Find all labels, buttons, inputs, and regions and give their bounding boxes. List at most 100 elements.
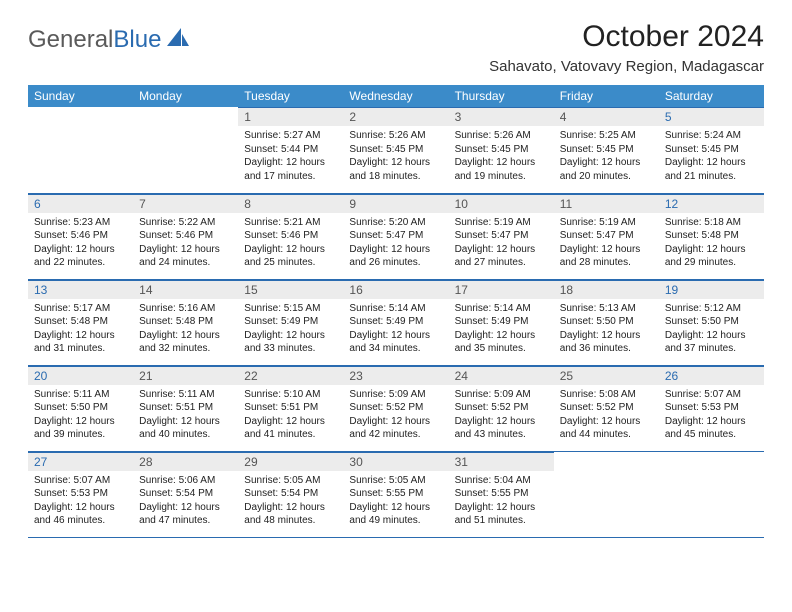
sunset-text: Sunset: 5:45 PM xyxy=(665,143,758,157)
daylight-text: Daylight: 12 hours and 17 minutes. xyxy=(244,156,337,183)
sunset-text: Sunset: 5:53 PM xyxy=(34,487,127,501)
day-number: 9 xyxy=(343,194,448,213)
calendar-cell: 23Sunrise: 5:09 AMSunset: 5:52 PMDayligh… xyxy=(343,365,448,451)
daylight-text: Daylight: 12 hours and 25 minutes. xyxy=(244,243,337,270)
sunset-text: Sunset: 5:50 PM xyxy=(665,315,758,329)
sunrise-text: Sunrise: 5:19 AM xyxy=(560,216,653,230)
calendar-row: 20Sunrise: 5:11 AMSunset: 5:50 PMDayligh… xyxy=(28,365,764,451)
sunset-text: Sunset: 5:46 PM xyxy=(139,229,232,243)
sunrise-text: Sunrise: 5:14 AM xyxy=(349,302,442,316)
day-number: 13 xyxy=(28,280,133,299)
day-content: Sunrise: 5:24 AMSunset: 5:45 PMDaylight:… xyxy=(659,126,764,187)
daylight-text: Daylight: 12 hours and 43 minutes. xyxy=(455,415,548,442)
weekday-wednesday: Wednesday xyxy=(343,85,448,107)
daylight-text: Daylight: 12 hours and 29 minutes. xyxy=(665,243,758,270)
calendar-cell: 21Sunrise: 5:11 AMSunset: 5:51 PMDayligh… xyxy=(133,365,238,451)
sunset-text: Sunset: 5:54 PM xyxy=(244,487,337,501)
month-title: October 2024 xyxy=(489,20,764,54)
day-number: 22 xyxy=(238,366,343,385)
day-number: 26 xyxy=(659,366,764,385)
sunrise-text: Sunrise: 5:23 AM xyxy=(34,216,127,230)
sunset-text: Sunset: 5:48 PM xyxy=(34,315,127,329)
sunset-text: Sunset: 5:55 PM xyxy=(455,487,548,501)
sunset-text: Sunset: 5:46 PM xyxy=(34,229,127,243)
sunset-text: Sunset: 5:47 PM xyxy=(349,229,442,243)
day-number: 14 xyxy=(133,280,238,299)
day-content: Sunrise: 5:15 AMSunset: 5:49 PMDaylight:… xyxy=(238,299,343,360)
sunrise-text: Sunrise: 5:26 AM xyxy=(349,129,442,143)
day-number: 7 xyxy=(133,194,238,213)
day-content: Sunrise: 5:09 AMSunset: 5:52 PMDaylight:… xyxy=(449,385,554,446)
daylight-text: Daylight: 12 hours and 34 minutes. xyxy=(349,329,442,356)
calendar-cell: . xyxy=(133,107,238,193)
day-content: Sunrise: 5:08 AMSunset: 5:52 PMDaylight:… xyxy=(554,385,659,446)
sunset-text: Sunset: 5:53 PM xyxy=(665,401,758,415)
sunrise-text: Sunrise: 5:09 AM xyxy=(349,388,442,402)
sunset-text: Sunset: 5:44 PM xyxy=(244,143,337,157)
sunrise-text: Sunrise: 5:15 AM xyxy=(244,302,337,316)
daylight-text: Daylight: 12 hours and 46 minutes. xyxy=(34,501,127,528)
sunrise-text: Sunrise: 5:22 AM xyxy=(139,216,232,230)
day-content: Sunrise: 5:04 AMSunset: 5:55 PMDaylight:… xyxy=(449,471,554,532)
logo-text-blue: Blue xyxy=(113,26,161,54)
calendar-row: ..1Sunrise: 5:27 AMSunset: 5:44 PMDaylig… xyxy=(28,107,764,193)
day-content: Sunrise: 5:07 AMSunset: 5:53 PMDaylight:… xyxy=(659,385,764,446)
calendar-cell: 16Sunrise: 5:14 AMSunset: 5:49 PMDayligh… xyxy=(343,279,448,365)
day-number: 6 xyxy=(28,194,133,213)
calendar-cell: . xyxy=(28,107,133,193)
sunset-text: Sunset: 5:49 PM xyxy=(244,315,337,329)
calendar-cell: 31Sunrise: 5:04 AMSunset: 5:55 PMDayligh… xyxy=(449,451,554,537)
daylight-text: Daylight: 12 hours and 20 minutes. xyxy=(560,156,653,183)
weekday-tuesday: Tuesday xyxy=(238,85,343,107)
logo: GeneralBlue xyxy=(28,26,189,54)
calendar-cell: 18Sunrise: 5:13 AMSunset: 5:50 PMDayligh… xyxy=(554,279,659,365)
daylight-text: Daylight: 12 hours and 40 minutes. xyxy=(139,415,232,442)
day-content: Sunrise: 5:22 AMSunset: 5:46 PMDaylight:… xyxy=(133,213,238,274)
day-content: Sunrise: 5:13 AMSunset: 5:50 PMDaylight:… xyxy=(554,299,659,360)
calendar-cell: . xyxy=(659,451,764,537)
day-number: 17 xyxy=(449,280,554,299)
sunset-text: Sunset: 5:45 PM xyxy=(455,143,548,157)
sunset-text: Sunset: 5:50 PM xyxy=(34,401,127,415)
sunrise-text: Sunrise: 5:07 AM xyxy=(665,388,758,402)
day-number: 19 xyxy=(659,280,764,299)
calendar-cell: 15Sunrise: 5:15 AMSunset: 5:49 PMDayligh… xyxy=(238,279,343,365)
logo-text-general: General xyxy=(28,26,113,54)
calendar-cell: 24Sunrise: 5:09 AMSunset: 5:52 PMDayligh… xyxy=(449,365,554,451)
sunset-text: Sunset: 5:47 PM xyxy=(455,229,548,243)
sunrise-text: Sunrise: 5:24 AM xyxy=(665,129,758,143)
day-content: Sunrise: 5:14 AMSunset: 5:49 PMDaylight:… xyxy=(343,299,448,360)
sunrise-text: Sunrise: 5:16 AM xyxy=(139,302,232,316)
day-content: Sunrise: 5:27 AMSunset: 5:44 PMDaylight:… xyxy=(238,126,343,187)
daylight-text: Daylight: 12 hours and 42 minutes. xyxy=(349,415,442,442)
sunset-text: Sunset: 5:45 PM xyxy=(349,143,442,157)
sunrise-text: Sunrise: 5:11 AM xyxy=(139,388,232,402)
calendar-cell: 1Sunrise: 5:27 AMSunset: 5:44 PMDaylight… xyxy=(238,107,343,193)
sunrise-text: Sunrise: 5:25 AM xyxy=(560,129,653,143)
calendar-cell: 30Sunrise: 5:05 AMSunset: 5:55 PMDayligh… xyxy=(343,451,448,537)
day-content: Sunrise: 5:06 AMSunset: 5:54 PMDaylight:… xyxy=(133,471,238,532)
day-number: 2 xyxy=(343,107,448,126)
sunset-text: Sunset: 5:45 PM xyxy=(560,143,653,157)
day-number: 15 xyxy=(238,280,343,299)
calendar-cell: 20Sunrise: 5:11 AMSunset: 5:50 PMDayligh… xyxy=(28,365,133,451)
sunset-text: Sunset: 5:48 PM xyxy=(665,229,758,243)
weekday-thursday: Thursday xyxy=(449,85,554,107)
daylight-text: Daylight: 12 hours and 31 minutes. xyxy=(34,329,127,356)
day-number: 11 xyxy=(554,194,659,213)
calendar-row: 27Sunrise: 5:07 AMSunset: 5:53 PMDayligh… xyxy=(28,451,764,537)
sunset-text: Sunset: 5:51 PM xyxy=(244,401,337,415)
sunrise-text: Sunrise: 5:27 AM xyxy=(244,129,337,143)
daylight-text: Daylight: 12 hours and 39 minutes. xyxy=(34,415,127,442)
calendar-cell: 13Sunrise: 5:17 AMSunset: 5:48 PMDayligh… xyxy=(28,279,133,365)
header: GeneralBlue October 2024 Sahavato, Vatov… xyxy=(28,20,764,75)
calendar-cell: 11Sunrise: 5:19 AMSunset: 5:47 PMDayligh… xyxy=(554,193,659,279)
daylight-text: Daylight: 12 hours and 37 minutes. xyxy=(665,329,758,356)
calendar-cell: 17Sunrise: 5:14 AMSunset: 5:49 PMDayligh… xyxy=(449,279,554,365)
daylight-text: Daylight: 12 hours and 33 minutes. xyxy=(244,329,337,356)
sunrise-text: Sunrise: 5:14 AM xyxy=(455,302,548,316)
sail-icon xyxy=(167,28,189,53)
calendar-cell: 28Sunrise: 5:06 AMSunset: 5:54 PMDayligh… xyxy=(133,451,238,537)
sunrise-text: Sunrise: 5:12 AM xyxy=(665,302,758,316)
day-number: 30 xyxy=(343,452,448,471)
